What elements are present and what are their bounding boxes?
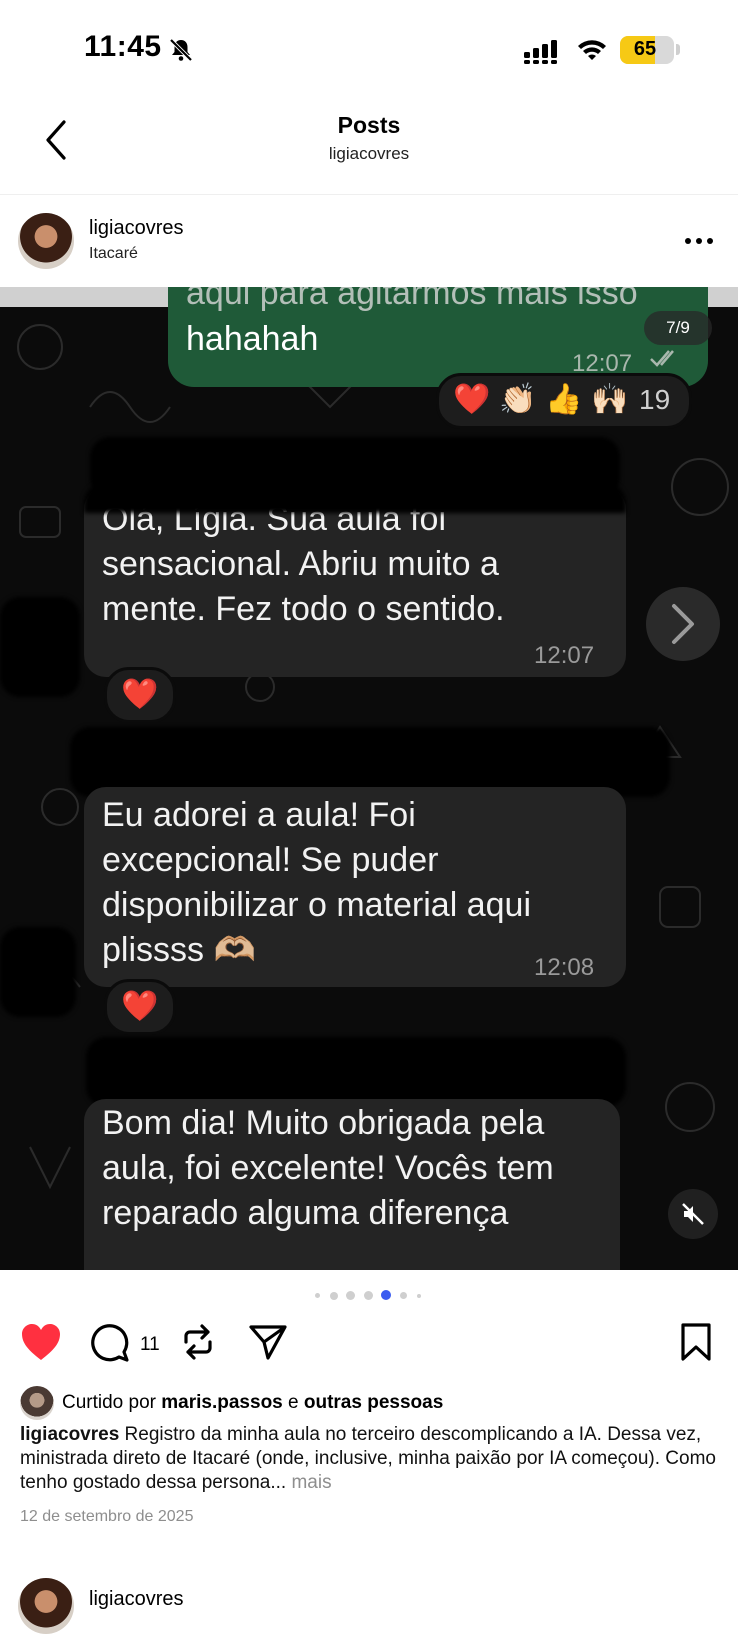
message-line: aula, foi excelente! Vocês tem: [102, 1149, 554, 1187]
incoming-message: Bom dia! Muito obrigada pela aula, foi e…: [84, 1099, 620, 1270]
repost-icon[interactable]: [180, 1322, 216, 1362]
more-icon[interactable]: [684, 237, 714, 245]
page-title: Posts: [337, 112, 401, 138]
nav-header: Posts ligiacovres: [0, 100, 738, 195]
carousel-dot-active: [381, 1290, 391, 1300]
liked-by[interactable]: Curtido por maris.passos e outras pessoa…: [20, 1386, 720, 1422]
message-line: sensacional. Abriu muito a: [102, 545, 499, 583]
heart-reaction: ❤️: [104, 979, 176, 1035]
message-line: disponibilizar o material aqui: [102, 886, 532, 924]
heart-icon[interactable]: [20, 1322, 62, 1362]
message-line: mente. Fez todo o sentido.: [102, 590, 505, 628]
carousel-dot: [346, 1291, 355, 1300]
redacted-avatar: [0, 927, 76, 1017]
battery-percent: 65: [633, 38, 657, 60]
redacted-name: [86, 1037, 626, 1107]
redacted-avatar: [0, 597, 80, 697]
carousel-dot: [417, 1294, 421, 1298]
message-text-partial: aqui para agitarmos mais isso: [186, 287, 638, 312]
status-bar: 11:45 65: [0, 0, 738, 100]
bell-slash-icon: [169, 38, 193, 62]
liked-by-prefix: Curtido por: [62, 1392, 162, 1413]
avatar[interactable]: [18, 1578, 74, 1634]
message-time: 12:07: [534, 642, 595, 669]
liked-by-user[interactable]: maris.passos: [161, 1392, 282, 1413]
caption-more-link[interactable]: mais: [286, 1472, 331, 1493]
post-header: ligiacovres Itacaré: [0, 195, 738, 287]
battery-tip: [676, 44, 680, 55]
carousel-dot: [315, 1293, 320, 1298]
redacted-header: [84, 483, 626, 513]
post-date: 12 de setembro de 2025: [20, 1508, 194, 1525]
post-location[interactable]: Itacaré: [89, 245, 138, 263]
signal-icon: [524, 40, 557, 64]
carousel-dot: [400, 1292, 407, 1299]
reaction-emoji: 👏🏻: [499, 383, 537, 416]
mute-icon: [682, 1203, 704, 1225]
carousel-next-button[interactable]: [646, 587, 720, 661]
double-check-icon: [650, 350, 674, 367]
message-line: Eu adorei a aula! Foi: [102, 796, 416, 834]
message-line: Bom dia! Muito obrigada pela: [102, 1104, 545, 1142]
post-media[interactable]: aqui para agitarmos mais isso hahahah 12…: [0, 287, 738, 1270]
page-subtitle[interactable]: ligiacovres: [0, 144, 738, 164]
liked-by-others[interactable]: outras pessoas: [304, 1392, 443, 1413]
battery-indicator: 65: [620, 36, 674, 64]
liked-by-text: Curtido por maris.passos e outras pessoa…: [62, 1392, 443, 1414]
heart-reaction: ❤️: [104, 667, 176, 723]
liked-by-conj: e: [282, 1392, 304, 1413]
caption-text: Registro da minha aula no terceiro desco…: [20, 1424, 716, 1493]
message-text: hahahah: [186, 320, 319, 358]
message-line: excepcional! Se puder: [102, 841, 439, 879]
post-caption: ligiacovres Registro da minha aula no te…: [20, 1423, 720, 1495]
reaction-count: 19: [639, 384, 671, 415]
reactions-pill: ❤️ 👏🏻 👍 🙌🏻 19: [436, 373, 692, 429]
comment-icon[interactable]: [90, 1322, 130, 1362]
caption-username[interactable]: ligiacovres: [20, 1424, 119, 1445]
wifi-icon: [578, 40, 606, 60]
outgoing-message: aqui para agitarmos mais isso hahahah 12…: [168, 287, 708, 387]
message-time: 12:08: [534, 954, 595, 981]
bookmark-icon[interactable]: [680, 1322, 712, 1362]
send-icon[interactable]: [248, 1322, 288, 1362]
status-time: 11:45: [84, 30, 162, 63]
incoming-message: Olá, Lígia. Sua aula foi sensacional. Ab…: [84, 487, 626, 677]
comment-count[interactable]: 11: [140, 1334, 160, 1356]
incoming-message: Eu adorei a aula! Foi excepcional! Se pu…: [84, 787, 626, 987]
mute-button[interactable]: [668, 1189, 718, 1239]
post-username[interactable]: ligiacovres: [89, 217, 183, 240]
carousel-dots: [0, 1288, 738, 1302]
carousel-counter: 7/9: [644, 311, 712, 345]
message-line: plissss 🫶🏼: [102, 931, 256, 969]
reaction-emoji: ❤️: [453, 383, 491, 416]
carousel-dot: [330, 1292, 338, 1300]
message-line: reparado alguma diferença: [102, 1194, 509, 1232]
reaction-emoji: 🙌🏻: [591, 383, 629, 416]
avatar[interactable]: [18, 213, 74, 269]
reaction-emoji: 👍: [545, 383, 583, 416]
liked-by-avatar: [20, 1386, 54, 1420]
post-actions: 11: [0, 1314, 738, 1374]
carousel-dot: [364, 1291, 373, 1300]
chevron-right-icon: [672, 604, 694, 644]
